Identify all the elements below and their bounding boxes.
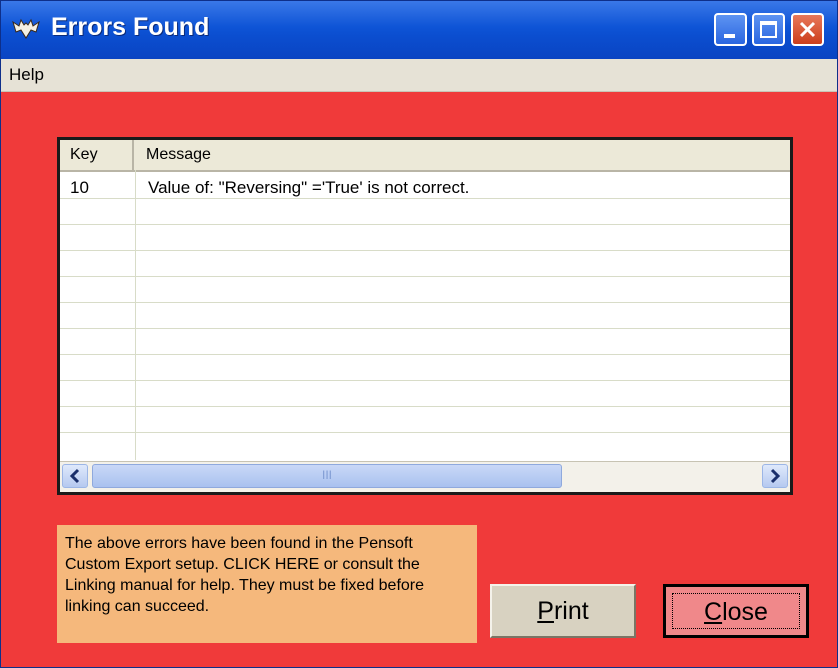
row-divider [60, 302, 790, 303]
row-divider [60, 380, 790, 381]
print-button[interactable]: Print [490, 584, 636, 638]
row-divider [60, 224, 790, 225]
error-notice-link[interactable]: The above errors have been found in the … [57, 525, 477, 643]
row-divider [60, 328, 790, 329]
chevron-left-icon [69, 468, 80, 484]
scroll-right-button[interactable] [762, 464, 788, 488]
errors-found-window: Errors Found Help Key Message 10 Value o… [0, 0, 838, 668]
column-divider [135, 170, 136, 460]
maximize-button[interactable] [752, 13, 785, 46]
row-divider [60, 432, 790, 433]
minimize-button[interactable] [714, 13, 747, 46]
close-window-button[interactable] [791, 13, 824, 46]
cell-message[interactable]: Value of: "Reversing" ='True' is not cor… [148, 178, 469, 198]
bat-app-icon [12, 18, 40, 39]
close-icon [799, 21, 816, 38]
horizontal-scrollbar[interactable]: III [60, 461, 790, 492]
row-divider [60, 276, 790, 277]
grid-header: Key Message [60, 140, 790, 172]
row-divider [60, 406, 790, 407]
chevron-right-icon [770, 468, 781, 484]
maximize-icon [760, 21, 777, 38]
print-button-label: Print [537, 597, 589, 625]
minimize-icon [724, 34, 735, 38]
close-button[interactable]: Close [663, 584, 809, 638]
menu-bar: Help [1, 59, 837, 92]
errors-grid[interactable]: Key Message 10 Value of: "Reversing" ='T… [57, 137, 793, 495]
column-header-key[interactable]: Key [60, 140, 134, 170]
row-divider [60, 250, 790, 251]
scroll-grip: III [321, 468, 332, 482]
cell-key[interactable]: 10 [70, 178, 89, 198]
scroll-thumb[interactable]: III [92, 464, 562, 488]
window-title: Errors Found [51, 13, 210, 41]
row-divider [60, 198, 790, 199]
close-button-label: Close [704, 598, 768, 626]
title-bar[interactable]: Errors Found [1, 1, 837, 59]
column-header-message[interactable]: Message [134, 140, 790, 170]
scroll-left-button[interactable] [62, 464, 88, 488]
menu-help[interactable]: Help [9, 65, 44, 85]
row-divider [60, 354, 790, 355]
